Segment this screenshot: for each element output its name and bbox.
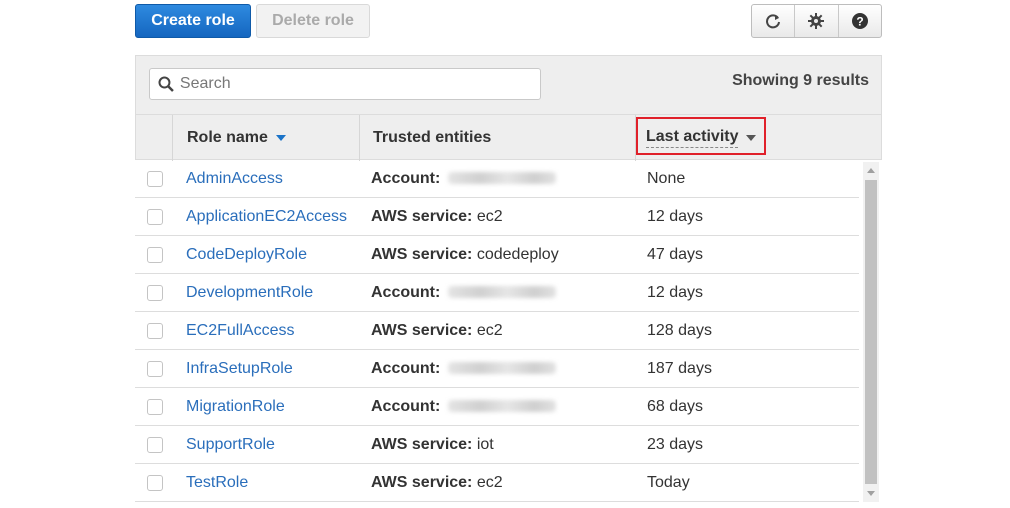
table-header: Role name Trusted entities Last activity (136, 114, 881, 161)
trusted-value: ec2 (476, 321, 503, 339)
last-activity-value: 23 days (647, 435, 704, 453)
header-select-cell (136, 115, 173, 161)
trusted-type: Account: (371, 283, 441, 301)
vertical-scrollbar[interactable] (863, 162, 879, 502)
table-row: TestRole AWS service: ec2 Today (135, 464, 859, 502)
row-checkbox[interactable] (147, 474, 163, 491)
trusted-entity: AWS service: ec2 (371, 208, 503, 226)
trusted-value: ec2 (476, 207, 503, 225)
last-activity-value: 68 days (647, 397, 704, 415)
table-row: EC2FullAccess AWS service: ec2 128 days (135, 312, 859, 350)
delete-role-button[interactable]: Delete role (256, 4, 370, 38)
create-role-button[interactable]: Create role (135, 4, 251, 38)
row-checkbox[interactable] (147, 208, 163, 225)
trusted-value: iot (476, 435, 494, 453)
search-box[interactable] (149, 68, 541, 100)
last-activity-value: 47 days (647, 245, 704, 263)
sort-caret-icon (275, 135, 286, 141)
table-row: MigrationRole Account: 68 days (135, 388, 859, 426)
trusted-type: AWS service: (371, 473, 473, 491)
trusted-entity: Account: (371, 169, 557, 188)
trusted-type: AWS service: (371, 207, 473, 225)
search-icon (158, 76, 174, 92)
role-name-link[interactable]: TestRole (186, 474, 248, 492)
trusted-type: Account: (371, 169, 441, 187)
row-checkbox[interactable] (147, 436, 163, 453)
last-activity-value: 12 days (647, 207, 704, 225)
redacted-account-id (448, 286, 557, 299)
table-row: InfraSetupRole Account: 187 days (135, 350, 859, 388)
help-button[interactable]: ? (839, 5, 881, 37)
row-checkbox[interactable] (147, 360, 163, 377)
table-row: ApplicationEC2Access AWS service: ec2 12… (135, 198, 859, 236)
last-activity-value: 12 days (647, 283, 704, 301)
table-row: DevelopmentRole Account: 12 days (135, 274, 859, 312)
redacted-account-id (448, 172, 557, 185)
role-name-link[interactable]: EC2FullAccess (186, 322, 294, 340)
trusted-value: ec2 (476, 473, 503, 491)
trusted-type: AWS service: (371, 245, 473, 263)
trusted-type: AWS service: (371, 321, 473, 339)
last-activity-value: None (647, 169, 686, 187)
refresh-button[interactable] (752, 5, 796, 37)
trusted-entity: AWS service: iot (371, 436, 494, 454)
trusted-entity: AWS service: ec2 (371, 322, 503, 340)
column-label-role-name: Role name (187, 129, 268, 146)
scroll-down-arrow-icon[interactable] (866, 488, 876, 498)
row-checkbox[interactable] (147, 284, 163, 301)
row-checkbox[interactable] (147, 322, 163, 339)
scroll-thumb[interactable] (865, 180, 877, 484)
trusted-type: Account: (371, 359, 441, 377)
refresh-icon (766, 14, 781, 29)
scroll-up-arrow-icon[interactable] (866, 166, 876, 176)
trusted-entity: AWS service: codedeploy (371, 246, 559, 264)
last-activity-value: 187 days (647, 359, 712, 377)
trusted-entity: Account: (371, 283, 557, 302)
redacted-account-id (448, 362, 557, 375)
gear-icon (808, 13, 825, 29)
roles-table-body: AdminAccess Account: None ApplicationEC2… (135, 160, 859, 502)
last-activity-value: Today (647, 473, 690, 491)
table-row: AdminAccess Account: None (135, 160, 859, 198)
row-checkbox[interactable] (147, 398, 163, 415)
row-checkbox[interactable] (147, 246, 163, 263)
table-row: CodeDeployRole AWS service: codedeploy 4… (135, 236, 859, 274)
role-name-link[interactable]: ApplicationEC2Access (186, 208, 347, 226)
role-name-link[interactable]: MigrationRole (186, 398, 285, 416)
search-input[interactable] (173, 69, 540, 99)
table-controls-panel: Showing 9 results Role name Trusted enti… (135, 55, 882, 161)
settings-button[interactable] (795, 5, 839, 37)
highlight-box (636, 117, 766, 155)
role-name-link[interactable]: CodeDeployRole (186, 246, 307, 264)
column-header-role-name[interactable]: Role name (173, 115, 360, 161)
column-header-trusted-entities[interactable]: Trusted entities (360, 115, 636, 161)
column-label-trusted-entities: Trusted entities (373, 129, 492, 146)
last-activity-value: 128 days (647, 321, 712, 339)
results-count: Showing 9 results (732, 72, 869, 89)
trusted-entity: AWS service: ec2 (371, 474, 503, 492)
role-name-link[interactable]: AdminAccess (186, 170, 283, 188)
help-icon: ? (851, 13, 868, 29)
row-checkbox[interactable] (147, 170, 163, 187)
role-name-link[interactable]: SupportRole (186, 436, 275, 454)
trusted-type: AWS service: (371, 435, 473, 453)
trusted-type: Account: (371, 397, 441, 415)
trusted-entity: Account: (371, 359, 557, 378)
toolbar-icon-group: ? (751, 4, 882, 38)
trusted-entity: Account: (371, 397, 557, 416)
svg-text:?: ? (856, 15, 863, 29)
role-name-link[interactable]: DevelopmentRole (186, 284, 313, 302)
redacted-account-id (448, 400, 557, 413)
table-row: SupportRole AWS service: iot 23 days (135, 426, 859, 464)
trusted-value: codedeploy (476, 245, 559, 263)
role-name-link[interactable]: InfraSetupRole (186, 360, 293, 378)
